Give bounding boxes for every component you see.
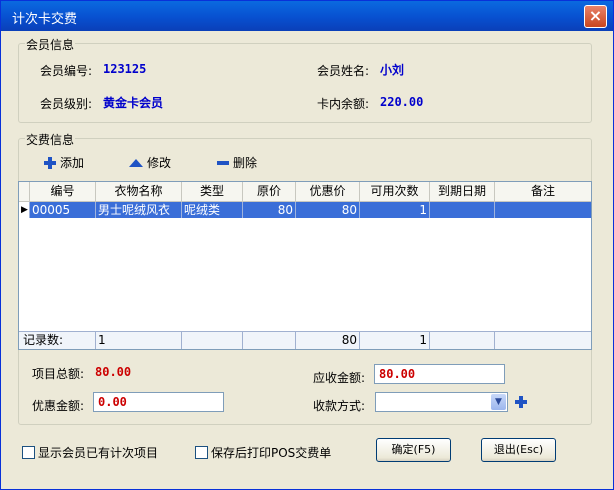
plus-icon <box>515 396 527 408</box>
title-bar[interactable]: 计次卡交费 × <box>1 1 613 31</box>
grid-footer: 记录数: 1 80 1 <box>19 331 591 349</box>
row-price: 80 <box>243 202 296 218</box>
column-header[interactable]: 类型 <box>182 182 243 201</box>
column-header[interactable]: 衣物名称 <box>96 182 182 201</box>
card-balance-label: 卡内余额: <box>317 97 370 111</box>
payment-info-legend: 交费信息 <box>25 131 76 148</box>
row-note <box>495 202 591 218</box>
add-label: 添加 <box>60 156 85 170</box>
receivable-label: 应收金额: <box>313 371 366 385</box>
delete-button[interactable]: 删除 <box>217 154 257 171</box>
add-payment-method-button[interactable] <box>515 396 527 408</box>
print-after-save-checkbox[interactable]: 保存后打印POS交费单 <box>195 444 331 461</box>
payment-method-select[interactable]: ▼ <box>375 392 508 412</box>
exit-button[interactable]: 退出(Esc) <box>481 438 556 462</box>
footer-empty <box>430 332 495 349</box>
column-header[interactable]: 可用次数 <box>360 182 430 201</box>
row-discount-price: 80 <box>296 202 360 218</box>
column-header[interactable]: 到期日期 <box>430 182 495 201</box>
print-after-save-label: 保存后打印POS交费单 <box>211 446 332 460</box>
member-name-label: 会员姓名: <box>317 64 370 78</box>
items-grid[interactable]: 编号 衣物名称 类型 原价 优惠价 可用次数 到期日期 备注 ▶ 00005 男… <box>18 181 592 350</box>
row-times: 1 <box>360 202 430 218</box>
add-button[interactable]: 添加 <box>44 154 84 171</box>
discount-amount-input[interactable]: 0.00 <box>93 392 224 412</box>
show-existing-checkbox[interactable]: 显示会员已有计次项目 <box>22 444 158 461</box>
edit-label: 修改 <box>147 156 172 170</box>
close-icon: × <box>588 6 603 25</box>
header-indicator <box>19 182 30 201</box>
total-amount-label: 项目总额: <box>32 367 85 381</box>
plus-icon <box>44 156 56 169</box>
member-id-label: 会员编号: <box>40 64 93 78</box>
row-indicator: ▶ <box>19 202 30 218</box>
member-info-group: 会员信息 会员编号: 123125 会员姓名: 小刘 会员级别: 黄金卡会员 卡… <box>18 36 592 123</box>
column-header[interactable]: 原价 <box>243 182 296 201</box>
checkbox-box[interactable] <box>195 446 208 459</box>
column-header[interactable]: 优惠价 <box>296 182 360 201</box>
row-type: 呢绒类 <box>182 202 243 218</box>
minus-icon <box>217 160 229 165</box>
show-existing-label: 显示会员已有计次项目 <box>38 446 159 460</box>
edit-button[interactable]: 修改 <box>129 154 171 171</box>
footer-empty <box>495 332 591 349</box>
card-balance-value: 220.00 <box>380 95 424 109</box>
triangle-up-icon <box>129 158 143 167</box>
receivable-input[interactable]: 80.00 <box>374 364 505 384</box>
total-amount-value: 80.00 <box>95 365 132 379</box>
column-header[interactable]: 编号 <box>30 182 96 201</box>
record-count-value: 1 <box>96 332 182 349</box>
member-name-value: 小刘 <box>380 63 405 77</box>
ok-button[interactable]: 确定(F5) <box>376 438 451 462</box>
table-row[interactable]: ▶ 00005 男士呢绒风衣 呢绒类 80 80 1 <box>19 202 591 218</box>
dialog-window: 计次卡交费 × 会员信息 会员编号: 123125 会员姓名: 小刘 会员级别:… <box>0 0 614 490</box>
times-total: 1 <box>360 332 430 349</box>
member-level-value: 黄金卡会员 <box>103 96 164 110</box>
footer-empty <box>182 332 243 349</box>
checkbox-box[interactable] <box>22 446 35 459</box>
row-name: 男士呢绒风衣 <box>96 202 182 218</box>
column-header[interactable]: 备注 <box>495 182 591 201</box>
record-count-label: 记录数: <box>19 332 96 349</box>
member-level-label: 会员级别: <box>40 97 93 111</box>
member-id-value: 123125 <box>103 62 147 76</box>
footer-empty <box>243 332 296 349</box>
close-button[interactable]: × <box>584 5 607 28</box>
discount-price-total: 80 <box>296 332 360 349</box>
delete-label: 删除 <box>233 156 258 170</box>
member-info-legend: 会员信息 <box>25 36 76 53</box>
window-title: 计次卡交费 <box>12 12 78 27</box>
row-expire <box>430 202 495 218</box>
row-id: 00005 <box>30 202 96 218</box>
payment-method-label: 收款方式: <box>313 399 366 413</box>
chevron-down-icon[interactable]: ▼ <box>491 394 506 410</box>
grid-header: 编号 衣物名称 类型 原价 优惠价 可用次数 到期日期 备注 <box>19 182 591 202</box>
discount-amount-label: 优惠金额: <box>32 399 85 413</box>
